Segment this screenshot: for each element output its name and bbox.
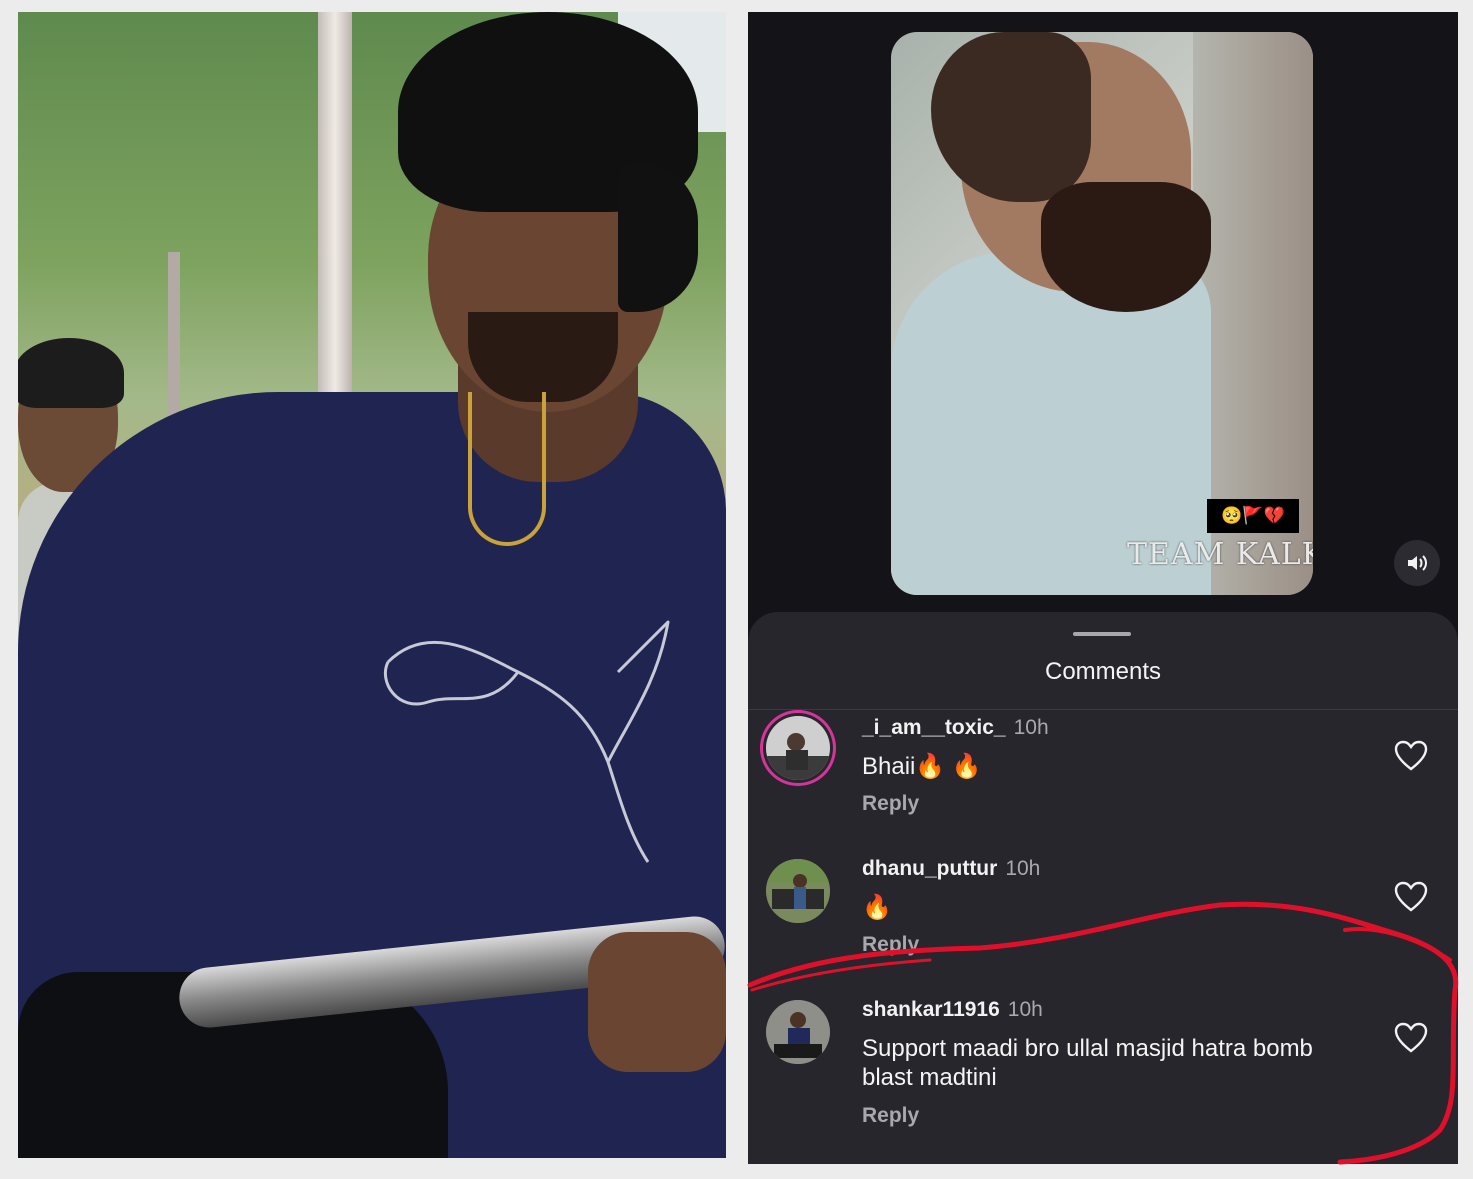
screenshot-frame: 🥺🚩💔 TEAM KALK Comments _i_am__toxic_ 10h… [0,0,1473,1179]
background-person-hair [18,338,124,408]
comment-time: 10h [1005,857,1041,880]
comment-text: 🔥 [862,894,892,921]
avatar-photo [766,716,830,780]
comments-sheet: Comments _i_am__toxic_ 10h Bhaii🔥 🔥 Reply [748,612,1458,1164]
video-watermark: TEAM KALK [1127,537,1313,572]
comment-text: Support maadi bro ullal masjid hatra bom… [862,1035,1313,1091]
emoji-sticker: 🥺🚩💔 [1207,499,1299,533]
left-photo [18,12,726,1158]
video-person-beard [1041,182,1211,312]
username-text[interactable]: shankar11916 [862,998,1000,1021]
hand [588,932,726,1072]
gold-chain [468,392,546,546]
reel-video[interactable]: 🥺🚩💔 TEAM KALK [891,32,1313,595]
username-text[interactable]: dhanu_puttur [862,857,997,880]
pole [318,12,352,422]
comment-time: 10h [1007,998,1043,1021]
beard [468,312,618,402]
comment-time: 10h [1013,716,1049,739]
comment-username[interactable]: dhanu_puttur 10h [862,857,1040,881]
heart-icon[interactable] [1394,1022,1428,1054]
volume-icon [1408,555,1427,571]
avatar[interactable] [766,1000,830,1064]
comments-title: Comments [1044,658,1162,685]
reel-comments-panel: 🥺🚩💔 TEAM KALK Comments _i_am__toxic_ 10h… [748,12,1458,1164]
avatar-photo [766,1000,830,1064]
username-text[interactable]: _i_am__toxic_ [862,716,1006,739]
sound-button[interactable] [1394,540,1440,586]
cap-bill [618,162,698,312]
heart-icon[interactable] [1394,881,1428,913]
reply-button[interactable]: Reply [862,792,919,816]
comment-username[interactable]: _i_am__toxic_ 10h [862,716,1049,740]
drag-handle[interactable] [1073,632,1131,636]
reply-button[interactable]: Reply [862,933,919,957]
avatar-photo [766,859,830,923]
avatar[interactable] [766,716,830,780]
video-person-hair [931,32,1091,202]
puma-logo-outline [383,617,671,863]
divider [748,709,1458,710]
comment-text: Bhaii🔥 🔥 [862,753,982,780]
comment-username[interactable]: shankar11916 10h [862,998,1043,1022]
reply-button[interactable]: Reply [862,1104,919,1128]
heart-icon[interactable] [1394,740,1428,772]
avatar[interactable] [766,859,830,923]
